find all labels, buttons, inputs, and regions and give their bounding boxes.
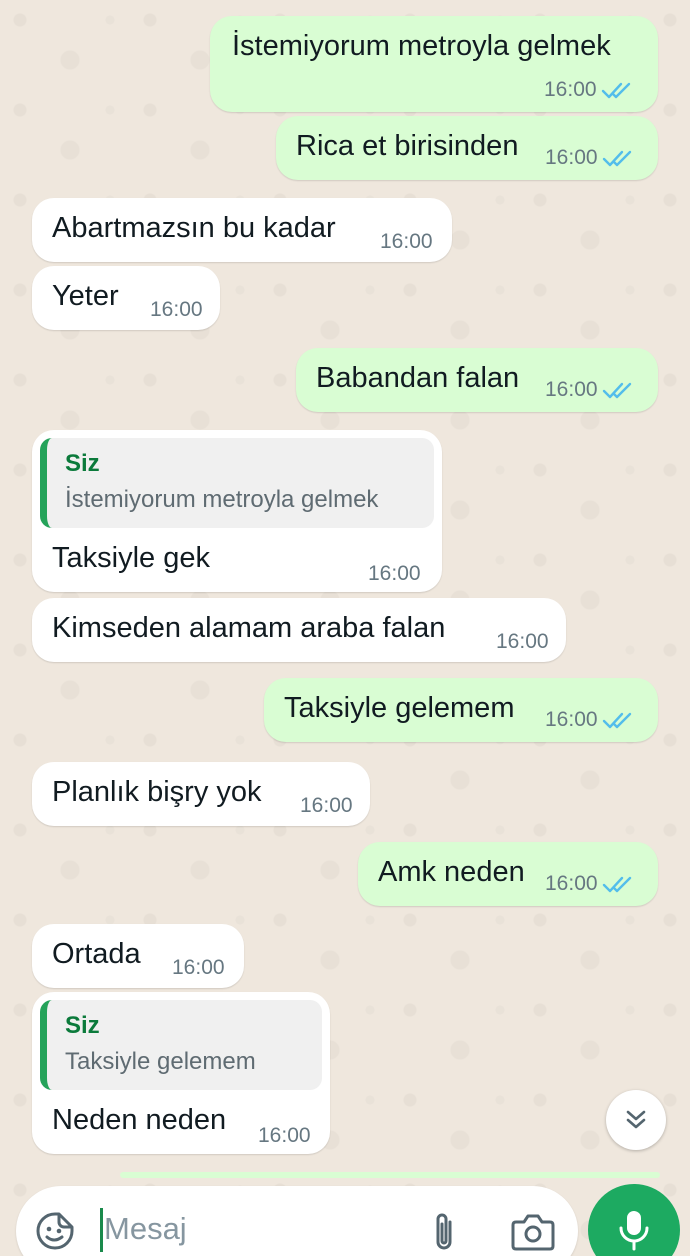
message-time: 16:00 (496, 630, 549, 653)
message-bubble-incoming[interactable]: Abartmazsın bu kadar 16:00 (32, 198, 452, 262)
message-text: Kimseden alamam araba falan (52, 612, 446, 644)
chat-background: İstemiyorum metroyla gelmek 16:00 Rica e… (0, 0, 690, 1256)
message-time: 16:00 (544, 78, 597, 101)
message-bubble-outgoing[interactable]: Amk neden 16:00 (358, 842, 658, 906)
quote-author: Siz (65, 450, 100, 477)
quote-text: İstemiyorum metroyla gelmek (65, 486, 379, 513)
message-bubble-incoming[interactable]: Kimseden alamam araba falan 16:00 (32, 598, 566, 662)
message-text: Taksiyle gek (52, 542, 210, 574)
camera-icon[interactable] (510, 1212, 556, 1252)
double-chevron-down-icon (626, 1110, 646, 1129)
message-bubble-incoming[interactable]: Ortada 16:00 (32, 924, 244, 988)
message-text: Rica et birisinden (296, 130, 519, 162)
message-bubble-outgoing[interactable]: Babandan falan 16:00 (296, 348, 658, 412)
message-bubble-incoming[interactable]: Yeter 16:00 (32, 266, 220, 330)
paperclip-icon[interactable] (424, 1210, 464, 1254)
message-bubble-outgoing[interactable]: Rica et birisinden 16:00 (276, 116, 658, 180)
message-time: 16:00 (545, 872, 598, 895)
message-time: 16:00 (368, 562, 421, 585)
message-bubble-incoming-reply[interactable]: Siz İstemiyorum metroyla gelmek Taksiyle… (32, 430, 442, 592)
message-input[interactable] (104, 1204, 404, 1254)
mic-button[interactable] (588, 1184, 680, 1256)
message-text: Neden neden (52, 1104, 227, 1136)
message-bubble-incoming[interactable]: Planlık bişry yok 16:00 (32, 762, 370, 826)
message-text: Taksiyle gelemem (284, 692, 515, 724)
message-bubble-outgoing[interactable]: İstemiyorum metroyla gelmek 16:00 (210, 16, 658, 112)
double-check-icon (602, 712, 631, 729)
message-time: 16:00 (380, 230, 433, 253)
message-time: 16:00 (150, 298, 203, 321)
message-text: Planlık bişry yok (52, 776, 262, 808)
message-time: 16:00 (545, 378, 598, 401)
quoted-message[interactable]: Siz İstemiyorum metroyla gelmek (40, 438, 434, 528)
scroll-to-bottom-button[interactable] (606, 1090, 666, 1150)
quote-text: Taksiyle gelemem (65, 1048, 256, 1075)
message-time: 16:00 (172, 956, 225, 979)
message-text: İstemiyorum metroyla gelmek (232, 30, 611, 62)
message-bubble-incoming-reply[interactable]: Siz Taksiyle gelemem Neden neden 16:00 (32, 992, 330, 1154)
message-text: Babandan falan (316, 362, 520, 394)
message-text: Yeter (52, 280, 119, 312)
message-composer (16, 1186, 578, 1256)
message-time: 16:00 (545, 708, 598, 731)
mic-icon (619, 1211, 649, 1251)
message-time: 16:00 (545, 146, 598, 169)
double-check-icon (601, 82, 630, 99)
message-text: Amk neden (378, 856, 525, 888)
quote-author: Siz (65, 1012, 100, 1039)
text-cursor (100, 1208, 103, 1252)
double-check-icon (602, 876, 631, 893)
double-check-icon (602, 382, 631, 399)
message-bubble-outgoing[interactable]: Taksiyle gelemem 16:00 (264, 678, 658, 742)
message-text: Ortada (52, 938, 141, 970)
message-time: 16:00 (300, 794, 353, 817)
sticker-smile-icon[interactable] (34, 1210, 76, 1252)
message-time: 16:00 (258, 1124, 311, 1147)
partial-outgoing-bubble (120, 1172, 660, 1178)
quoted-message[interactable]: Siz Taksiyle gelemem (40, 1000, 322, 1090)
message-text: Abartmazsın bu kadar (52, 212, 336, 244)
double-check-icon (602, 150, 631, 167)
